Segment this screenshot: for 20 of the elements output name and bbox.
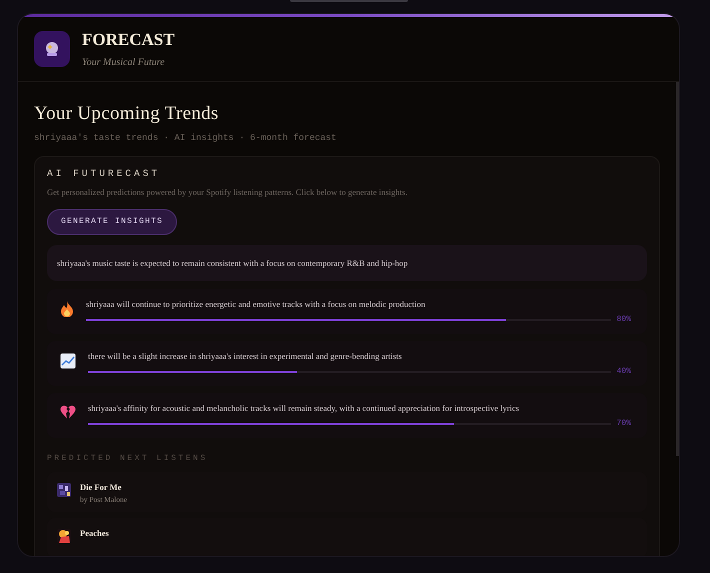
flame-icon — [60, 301, 74, 317]
page-title: Your Upcoming Trends — [34, 102, 220, 126]
confidence-reading: 40% — [616, 367, 631, 377]
confidence-reading: 70% — [616, 419, 631, 429]
section-heading: AI FUTURECAST — [47, 168, 162, 180]
track-title: Die For Me — [80, 481, 122, 493]
rising-chart-icon — [60, 353, 76, 369]
page-meta: shriyaaa's taste trends · AI insights · 6-month forecast — [34, 132, 338, 144]
prediction-text: shriyaaa will continue to prioritize energetic and emotive tracks with a focus on melodic production — [86, 298, 426, 310]
description: Get personalized predictions powered by your Spotify listening patterns. Click below to generate insights. — [47, 186, 408, 198]
generate-insights-button[interactable]: GENERATE INSIGHTS — [47, 209, 178, 235]
prediction-text: there will be a slight increase in shriyaaa's interest in experimental and genre-bending artists — [88, 350, 403, 362]
app-subtitle: Your Musical Future — [82, 56, 166, 70]
app-title: FORECAST — [82, 29, 175, 51]
broken-heart-icon — [60, 405, 76, 419]
confidence-reading: 80% — [616, 315, 631, 325]
prediction-text: shriyaaa's affinity for acoustic and melancholic tracks will remain steady, with a continued appreciation for introspective lyrics — [88, 402, 520, 414]
track-title: Peaches — [80, 527, 109, 539]
summary-card: shriyaaa's music taste is expected to remain consistent with a focus on contemporary R&B and hip-hop — [47, 245, 647, 281]
section-heading: PREDICTED NEXT LISTENS — [47, 454, 209, 464]
